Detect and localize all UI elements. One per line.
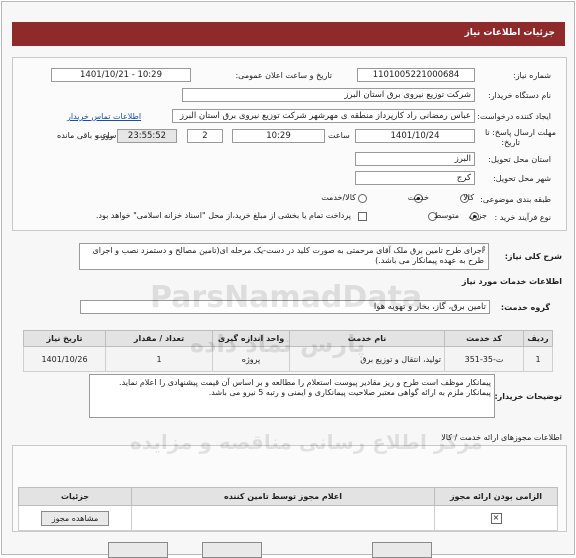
col-code: کد خدمت <box>444 330 524 347</box>
cell-row: 1 <box>523 346 553 372</box>
need-description-box: اجرای طرح تامین برق ملک آقای مرحمتی به ص… <box>79 243 489 270</box>
creator-field: عباس رمضانی راد کارپرداز منطقه ی مهرشهر … <box>172 109 475 123</box>
footer-button-right[interactable] <box>372 542 432 558</box>
cell-name: تولید، انتقال و توزیع برق <box>289 346 445 372</box>
announce-label: تاریخ و ساعت اعلان عمومی: <box>235 71 332 80</box>
view-license-button[interactable]: مشاهده مجوز <box>40 510 110 526</box>
page-title: جزئیات اطلاعات نیاز <box>464 28 555 38</box>
services-section-title: اطلاعات خدمات مورد نیاز <box>461 277 562 286</box>
page-header: جزئیات اطلاعات نیاز <box>12 22 565 46</box>
table-row: 1 ت-35-351 تولید، انتقال و توزیع برق پرو… <box>23 346 553 372</box>
col-date: تاریخ نیاز <box>23 330 106 347</box>
col-license-details: جزئیات <box>18 487 132 506</box>
buyer-contact-link[interactable]: اطلاعات تماس خریدار <box>67 112 141 121</box>
table-row: × مشاهده مجوز <box>18 505 558 531</box>
deadline-label: مهلت ارسال پاسخ: تا <box>484 128 556 137</box>
announce-datetime-field: 1401/10/21 - 10:29 <box>51 68 191 82</box>
province-field: البرز <box>355 152 475 166</box>
deadline-date-field: 1401/10/24 <box>355 129 475 143</box>
checkbox-x-icon[interactable]: × <box>490 512 502 524</box>
cell-code: ت-35-351 <box>444 346 524 372</box>
need-number-label: شماره نیاز: <box>513 71 551 80</box>
category-both-radio[interactable] <box>358 194 367 203</box>
need-info-panel <box>12 57 567 231</box>
col-unit: واحد اندازه گیری <box>212 330 290 347</box>
treasury-payment-checkbox[interactable] <box>358 212 367 221</box>
need-description-label: شرح کلی نیاز: <box>504 252 562 261</box>
deadline-label-date: تاریخ: <box>501 138 520 147</box>
need-number-field: 1101005221000684 <box>357 68 475 82</box>
service-group-label: گروه خدمت: <box>500 303 550 312</box>
treasury-payment-note: پرداخت تمام یا بخشی از مبلغ خرید،از محل … <box>95 211 351 220</box>
city-label: شهر محل تحویل: <box>493 174 551 183</box>
footer-button-left[interactable] <box>108 542 168 558</box>
col-license-required: الزامی بودن ارائه مجوز <box>434 487 558 506</box>
license-declared-cell <box>131 505 435 531</box>
col-qty: تعداد / مقدار <box>105 330 213 347</box>
col-name: نام خدمت <box>289 330 445 347</box>
process-label: نوع فرآیند خرید : <box>494 213 551 222</box>
cell-qty: 1 <box>105 346 213 372</box>
category-label: طبقه بندی موضوعی: <box>480 195 551 204</box>
cell-unit: پروژه <box>212 346 290 372</box>
deadline-time-label: ساعت <box>328 131 350 140</box>
creator-label: ایجاد کننده درخواست: <box>477 112 551 121</box>
days-field: 2 <box>187 129 223 143</box>
process-medium-label: متوسط <box>433 211 459 220</box>
buyer-notes-label: توضیحات خریدار: <box>494 392 562 401</box>
service-group-field: تامین برق، گاز، بخار و تهویه هوا <box>80 300 490 314</box>
need-description-text: اجرای طرح تامین برق ملک آقای مرحمتی به ص… <box>92 246 484 265</box>
resize-icon: ⇕ <box>481 245 487 253</box>
cell-date: 1401/10/26 <box>23 346 106 372</box>
buyer-notes-line2: پیمانکار ملزم به ارائه گواهی معتبر صلاحی… <box>208 388 491 397</box>
buyer-label: نام دستگاه خریدار: <box>488 91 551 100</box>
col-row: ردیف <box>523 330 553 347</box>
buyer-notes-line1: پیمانکار موظف است طرح و ریز مقادیر پیوست… <box>119 378 491 387</box>
col-license-declared: اعلام مجوز توسط تامین کننده <box>131 487 435 506</box>
license-details-cell: مشاهده مجوز <box>18 505 132 531</box>
process-partial-label: جزیی <box>468 211 487 220</box>
licenses-section-title: اطلاعات مجوزهای ارائه خدمت / کالا <box>441 433 562 442</box>
category-service-label: خدمت <box>407 193 429 202</box>
deadline-time-field: 10:29 <box>232 129 325 143</box>
category-both-label: کالا/خدمت <box>321 193 356 202</box>
services-table: ردیف کد خدمت نام خدمت واحد اندازه گیری ت… <box>23 330 553 372</box>
footer-button-middle[interactable] <box>202 542 262 558</box>
remaining-label: ساعت باقی مانده <box>57 131 117 140</box>
buyer-notes-box: پیمانکار موظف است طرح و ریز مقادیر پیوست… <box>89 374 495 418</box>
license-required-cell: × <box>434 505 558 531</box>
category-goods-label: کالا <box>463 193 474 202</box>
buyer-field: شرکت توزیع نیروی برق استان البرز <box>182 88 475 102</box>
licenses-table: الزامی بودن ارائه مجوز اعلام مجوز توسط ت… <box>18 487 558 531</box>
remaining-time-field: 23:55:52 <box>117 129 177 143</box>
province-label: استان محل تحویل: <box>488 155 551 164</box>
city-field: کرج <box>355 171 475 185</box>
